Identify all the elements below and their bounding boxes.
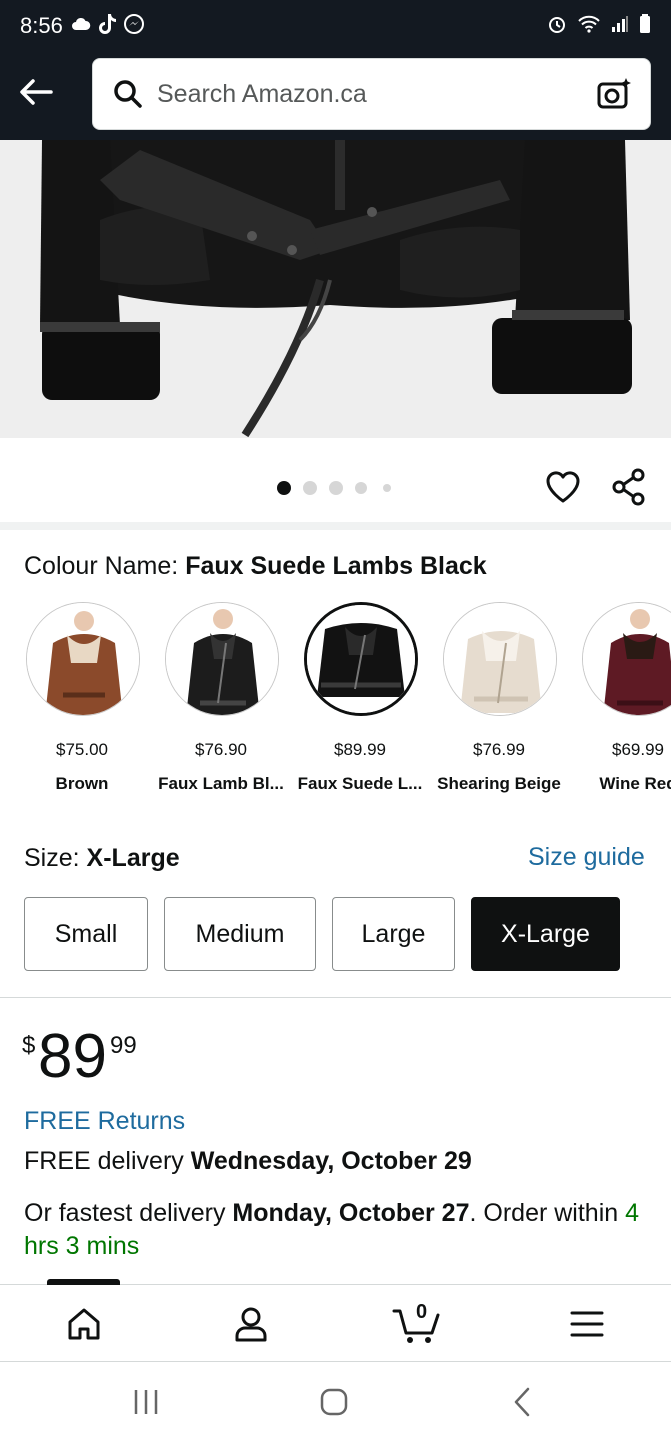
swatch-faux-lamb-black[interactable]: $76.90 Faux Lamb Bl... <box>152 596 290 802</box>
nav-account[interactable] <box>226 1299 276 1349</box>
signal-icon <box>611 15 629 38</box>
home-circle-icon <box>320 1388 348 1416</box>
swatch-faux-suede-lambs-black[interactable]: $89.99 Faux Suede L... <box>291 596 429 802</box>
messenger-icon <box>123 13 145 40</box>
jacket-image <box>0 140 671 438</box>
swatch-image <box>304 602 418 716</box>
swatch-name: Brown <box>55 774 109 793</box>
size-option-x-large[interactable]: X-Large <box>471 897 620 971</box>
swatch-price: $75.00 <box>56 740 108 759</box>
swatch-wine-red[interactable]: $69.99 Wine Red <box>569 596 671 802</box>
carousel-dot[interactable] <box>329 481 343 495</box>
android-nav-bar <box>0 1362 671 1440</box>
carousel-dot[interactable] <box>303 481 317 495</box>
search-input[interactable] <box>157 79 594 109</box>
tiktok-icon <box>97 13 117 40</box>
status-bar: 8:56 <box>0 0 671 52</box>
free-delivery-prefix: FREE delivery <box>24 1147 184 1175</box>
swatch-price: $76.99 <box>473 740 525 759</box>
colour-swatches: $75.00 Brown $76.90 Faux Lamb Bl... $89.… <box>0 596 671 806</box>
free-returns-link[interactable]: FREE Returns <box>24 1107 185 1136</box>
home-icon <box>68 1308 100 1340</box>
fastest-prefix: Or fastest delivery <box>24 1199 226 1227</box>
menu-icon <box>570 1311 604 1337</box>
order-within: . Order within <box>469 1199 619 1227</box>
carousel-dot[interactable] <box>383 484 391 492</box>
swatch-price: $69.99 <box>612 740 664 759</box>
swatch-price: $89.99 <box>334 740 386 759</box>
wishlist-button[interactable] <box>544 468 582 506</box>
active-tab-indicator <box>47 1279 120 1285</box>
swatch-name: Wine Red <box>599 774 671 793</box>
swatch-name: Faux Suede L... <box>297 774 423 793</box>
nav-cart[interactable]: 0 <box>392 1299 442 1349</box>
free-delivery: FREE delivery Wednesday, October 29 <box>24 1147 472 1176</box>
colour-label: Colour Name: <box>24 552 179 580</box>
nav-menu[interactable] <box>562 1299 612 1349</box>
section-divider <box>0 522 671 530</box>
camera-search-button[interactable] <box>594 74 634 114</box>
swatch-brown[interactable]: $75.00 Brown <box>13 596 151 802</box>
search-box <box>92 58 651 130</box>
size-label: Size: X-Large <box>24 844 180 873</box>
back-button[interactable] <box>14 70 58 114</box>
status-left-icons <box>71 13 145 40</box>
colour-name-label: Colour Name: Faux Suede Lambs Black <box>24 552 487 581</box>
nav-home[interactable] <box>59 1299 109 1349</box>
size-option-large[interactable]: Large <box>332 897 455 971</box>
price-symbol: $ <box>22 1032 36 1059</box>
swatch-image <box>26 602 140 716</box>
android-back-icon <box>514 1387 530 1417</box>
product-image[interactable] <box>0 140 671 438</box>
swatch-shearing-beige[interactable]: $76.99 Shearing Beige <box>430 596 568 802</box>
swatch-price: $76.90 <box>195 740 247 759</box>
status-time: 8:56 <box>20 13 63 38</box>
camera-search-icon <box>597 78 631 109</box>
alarm-icon <box>547 14 567 39</box>
swatch-name: Faux Lamb Bl... <box>158 774 284 793</box>
cart-count: 0 <box>416 1301 428 1323</box>
search-icon <box>114 80 142 108</box>
size-option-medium[interactable]: Medium <box>164 897 316 971</box>
recents-button[interactable] <box>124 1382 168 1422</box>
share-icon <box>612 468 645 506</box>
free-delivery-date: Wednesday, October 29 <box>190 1147 472 1175</box>
swatch-name: Shearing Beige <box>437 774 561 793</box>
divider <box>0 997 671 998</box>
swatch-image <box>582 602 671 716</box>
colour-value: Faux Suede Lambs Black <box>185 552 487 580</box>
system-home-button[interactable] <box>312 1382 356 1422</box>
bottom-nav: 0 <box>0 1279 671 1362</box>
size-guide-link[interactable]: Size guide <box>528 843 645 872</box>
swatch-image <box>443 602 557 716</box>
battery-icon <box>639 13 651 39</box>
status-right-icons <box>547 13 651 39</box>
size-value: X-Large <box>86 844 180 872</box>
size-option-small[interactable]: Small <box>24 897 148 971</box>
search-header <box>0 52 671 140</box>
price-fraction: 99 <box>110 1032 137 1059</box>
recents-icon <box>134 1390 158 1414</box>
price-whole: 89 <box>38 1022 107 1091</box>
system-back-button[interactable] <box>500 1382 544 1422</box>
fastest-date: Monday, October 27 <box>232 1199 470 1227</box>
wifi-icon <box>577 15 601 38</box>
back-arrow-icon <box>20 79 53 105</box>
share-button[interactable] <box>610 468 648 506</box>
fastest-delivery: Or fastest delivery Monday, October 27. … <box>24 1197 644 1263</box>
carousel-dot[interactable] <box>355 482 367 494</box>
size-label-text: Size: <box>24 844 80 872</box>
account-icon <box>235 1307 267 1342</box>
heart-icon <box>546 471 580 503</box>
swatch-image <box>165 602 279 716</box>
cloud-icon <box>71 17 91 36</box>
carousel-dot[interactable] <box>277 481 291 495</box>
